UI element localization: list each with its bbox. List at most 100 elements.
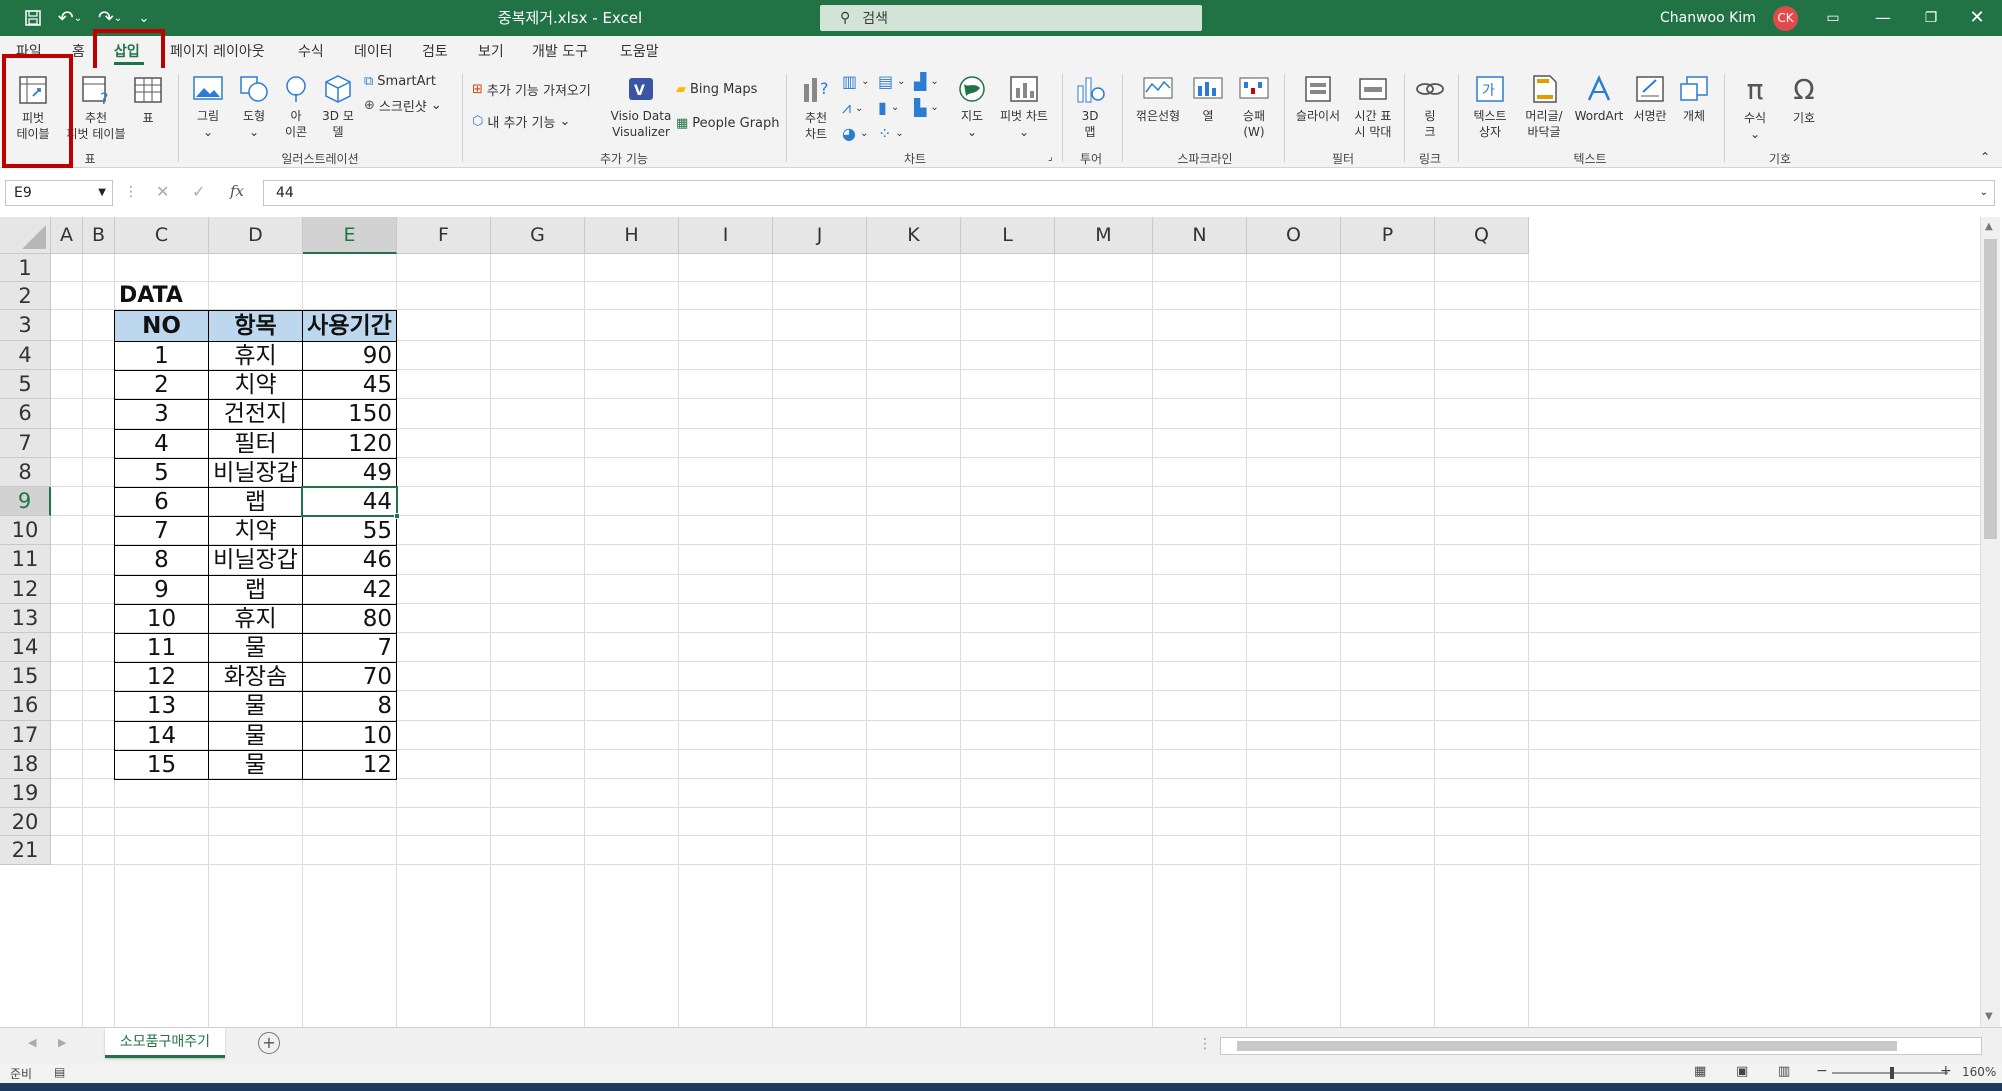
line-chart-icon[interactable]: ⩘ ⌄: [842, 98, 863, 118]
insert-function-icon[interactable]: fx: [230, 182, 244, 200]
cell-item[interactable]: 필터: [208, 428, 303, 459]
tab-page-layout[interactable]: 페이지 레이아웃: [170, 40, 265, 64]
restore-icon[interactable]: ❐: [1906, 0, 1956, 36]
page-layout-view-icon[interactable]: ▣: [1736, 1064, 1748, 1079]
recommended-charts-button[interactable]: ? 추천 차트: [794, 74, 838, 142]
normal-view-icon[interactable]: ▦: [1694, 1064, 1706, 1079]
prev-sheet-icon[interactable]: ◀: [28, 1036, 36, 1049]
row-header-16[interactable]: 16: [0, 691, 51, 721]
tab-home[interactable]: 홈: [72, 40, 85, 64]
undo-icon[interactable]: ↶ ⌄: [52, 5, 88, 31]
object-button[interactable]: 개체: [1672, 74, 1716, 124]
textbox-button[interactable]: 가 텍스트 상자: [1464, 74, 1516, 140]
equation-button[interactable]: π 수식 ⌄: [1730, 74, 1780, 142]
zoom-in-icon[interactable]: +: [1940, 1063, 1952, 1079]
row-header-3[interactable]: 3: [0, 310, 51, 341]
cell-no[interactable]: 11: [114, 633, 209, 664]
row-header-14[interactable]: 14: [0, 633, 51, 663]
cell-period[interactable]: 80: [302, 603, 397, 634]
tab-view[interactable]: 보기: [478, 40, 504, 64]
horizontal-scroll-thumb[interactable]: [1237, 1041, 1897, 1051]
column-header-h[interactable]: H: [585, 217, 679, 254]
cell-no[interactable]: 6: [114, 487, 209, 518]
row-header-15[interactable]: 15: [0, 662, 51, 692]
row-header-7[interactable]: 7: [0, 428, 51, 458]
sparkline-column-button[interactable]: 열: [1188, 74, 1228, 124]
column-header-q[interactable]: Q: [1435, 217, 1529, 254]
tab-help[interactable]: 도움말: [620, 40, 659, 64]
row-header-13[interactable]: 13: [0, 603, 51, 633]
cell-no[interactable]: 1: [114, 341, 209, 372]
cell-no[interactable]: 9: [114, 574, 209, 605]
cancel-icon[interactable]: ✕: [156, 182, 169, 201]
visio-data-visualizer-button[interactable]: V Visio Data Visualizer: [608, 74, 674, 140]
cell-period[interactable]: 49: [302, 457, 397, 488]
row-header-11[interactable]: 11: [0, 545, 51, 575]
cell-period[interactable]: 42: [302, 574, 397, 605]
cell-item[interactable]: 치약: [208, 516, 303, 547]
fill-handle[interactable]: [394, 513, 400, 520]
cell-period[interactable]: 150: [302, 399, 397, 430]
column-header-f[interactable]: F: [397, 217, 491, 254]
column-header-p[interactable]: P: [1341, 217, 1435, 254]
cell-period[interactable]: 10: [302, 720, 397, 751]
zoom-level[interactable]: 160%: [1962, 1065, 1996, 1079]
row-header-6[interactable]: 6: [0, 399, 51, 429]
avatar[interactable]: CK: [1773, 6, 1798, 31]
row-header-9[interactable]: 9: [0, 487, 51, 517]
cell-item[interactable]: 랩: [208, 487, 303, 518]
cell-period[interactable]: 45: [302, 370, 397, 401]
column-header-c[interactable]: C: [115, 217, 209, 254]
horizontal-scrollbar[interactable]: [1220, 1037, 1982, 1055]
cell-item[interactable]: 랩: [208, 574, 303, 605]
chart-dialog-launcher-icon[interactable]: ⌟: [1048, 152, 1053, 163]
maps-button[interactable]: 지도 ⌄: [950, 74, 994, 140]
row-header-4[interactable]: 4: [0, 341, 51, 371]
table-button[interactable]: 표: [128, 74, 168, 126]
column-header-d[interactable]: D: [209, 217, 303, 254]
cell-c2-title[interactable]: DATA: [119, 282, 183, 310]
cell-no[interactable]: 13: [114, 691, 209, 722]
formula-input[interactable]: 44 ⌄: [263, 180, 1995, 206]
name-box-dropdown-icon[interactable]: ▼: [98, 181, 106, 205]
cell-no[interactable]: 15: [114, 749, 209, 780]
header-period[interactable]: 사용기간: [302, 310, 397, 342]
row-header-12[interactable]: 12: [0, 574, 51, 604]
cell-item[interactable]: 물: [208, 691, 303, 722]
enter-icon[interactable]: ✓: [192, 182, 205, 201]
smartart-button[interactable]: ⧉ SmartArt: [364, 74, 436, 89]
header-item[interactable]: 항목: [208, 310, 303, 342]
picture-button[interactable]: 그림 ⌄: [186, 74, 230, 140]
row-header-17[interactable]: 17: [0, 720, 51, 750]
sheet-tab[interactable]: 소모품구매주기: [105, 1028, 225, 1058]
cell-item[interactable]: 물: [208, 720, 303, 751]
column-header-b[interactable]: B: [83, 217, 115, 254]
expand-formula-icon[interactable]: ⌄: [1980, 181, 1988, 205]
slicer-button[interactable]: 슬라이서: [1288, 74, 1348, 124]
cell-item[interactable]: 화장솜: [208, 662, 303, 693]
pivot-chart-button[interactable]: 피벗 차트 ⌄: [996, 74, 1052, 140]
cell-no[interactable]: 5: [114, 457, 209, 488]
cell-item[interactable]: 비닐장갑: [208, 545, 303, 576]
column-header-i[interactable]: I: [679, 217, 773, 254]
people-graph-button[interactable]: ▦ People Graph: [676, 116, 780, 131]
cell-no[interactable]: 10: [114, 603, 209, 634]
vertical-scroll-thumb[interactable]: [1984, 239, 1997, 539]
select-all-button[interactable]: [0, 217, 51, 254]
icons-button[interactable]: 아 이콘: [276, 74, 316, 140]
header-no[interactable]: NO: [114, 310, 209, 342]
cell-no[interactable]: 8: [114, 545, 209, 576]
row-header-20[interactable]: 20: [0, 807, 51, 836]
cell-period[interactable]: 7: [302, 633, 397, 664]
cell-period[interactable]: 46: [302, 545, 397, 576]
column-header-a[interactable]: A: [51, 217, 83, 254]
cell-period[interactable]: 90: [302, 341, 397, 372]
sparkline-line-button[interactable]: 꺾은선형: [1128, 74, 1188, 124]
wordart-button[interactable]: WordArt: [1572, 74, 1626, 124]
accessibility-icon[interactable]: ▤: [54, 1065, 65, 1079]
symbol-button[interactable]: Ω 기호: [1782, 74, 1826, 126]
get-addins-button[interactable]: ⊞ 추가 기능 가져오기: [472, 80, 591, 99]
tab-review[interactable]: 검토: [422, 40, 448, 64]
zoom-out-icon[interactable]: −: [1816, 1063, 1828, 1079]
column-header-o[interactable]: O: [1247, 217, 1341, 254]
